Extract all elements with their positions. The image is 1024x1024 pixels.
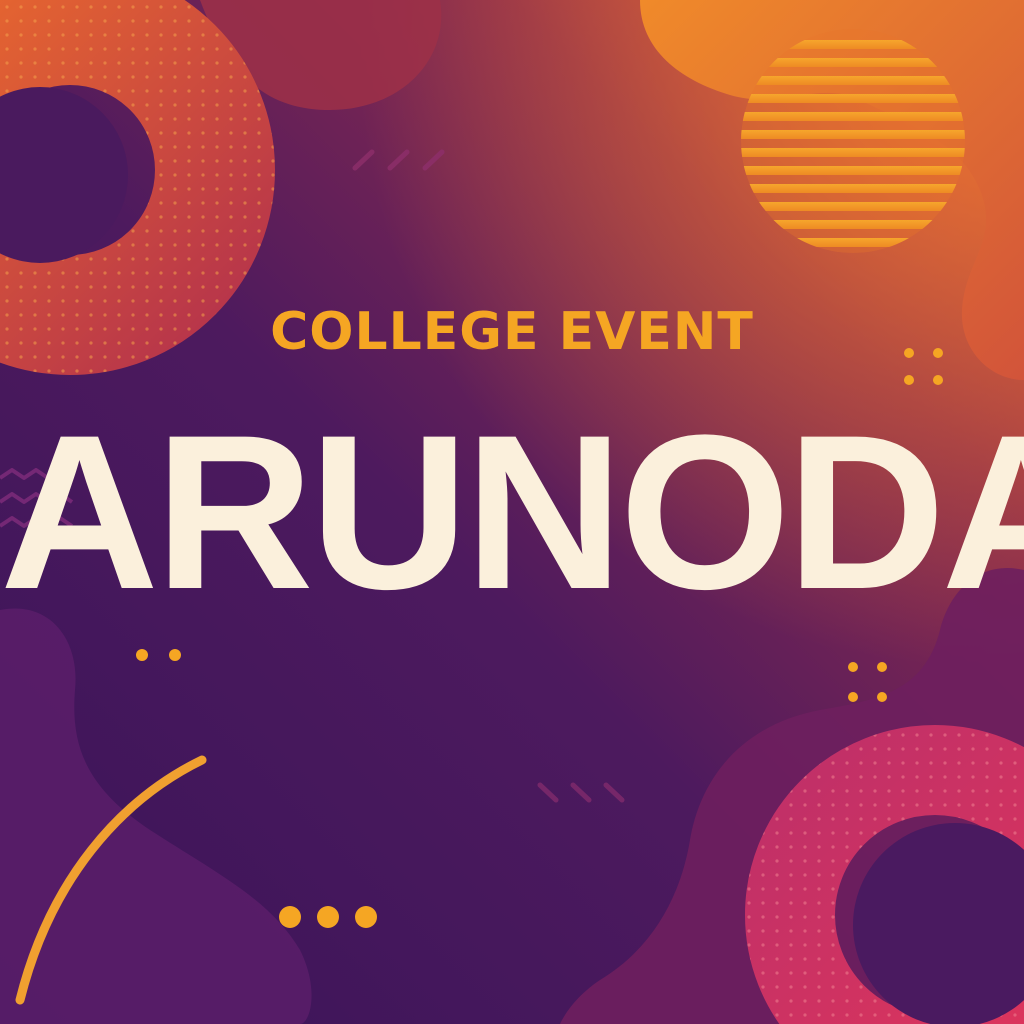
event-title: ARUNODAY (0, 389, 1024, 635)
event-subtitle: COLLEGE EVENT (270, 302, 754, 362)
event-poster: COLLEGE EVENT ARUNODAY (0, 0, 1024, 1024)
text-layer: COLLEGE EVENT ARUNODAY (0, 0, 1024, 1024)
